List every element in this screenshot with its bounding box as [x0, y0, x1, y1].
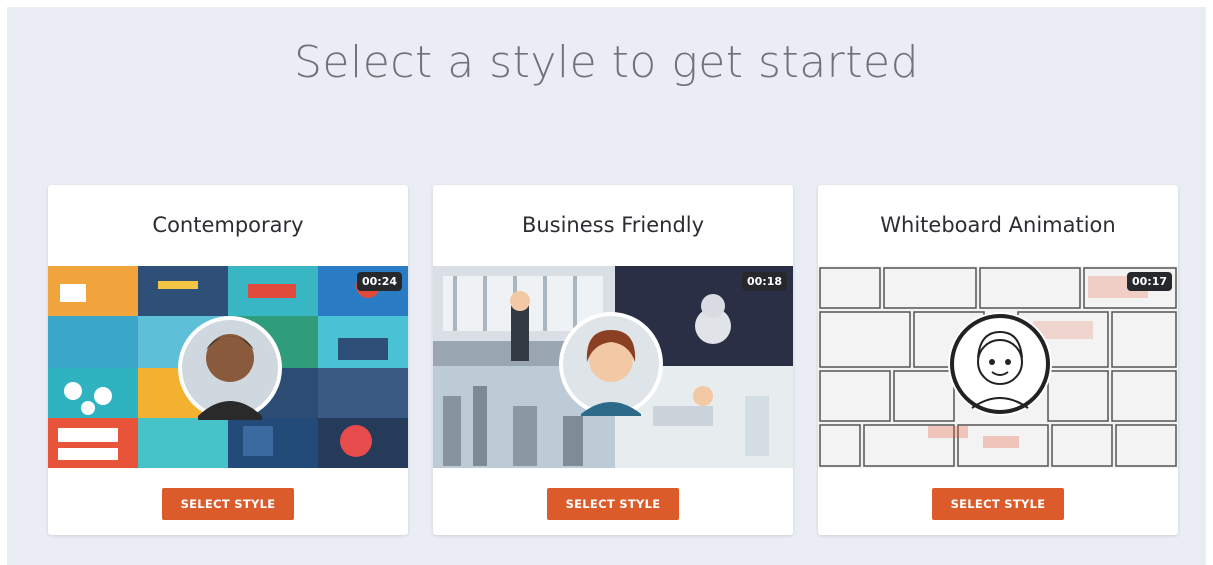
select-style-button-business-friendly[interactable]: SELECT STYLE — [547, 488, 679, 520]
contemporary-preview-image — [48, 266, 408, 468]
video-duration-badge: 00:17 — [1126, 272, 1172, 291]
style-selection-panel: Select a style to get started Contempora… — [7, 7, 1206, 565]
video-thumbnail-business-friendly[interactable]: 00:18 — [433, 266, 793, 468]
style-card-title: Contemporary — [152, 213, 304, 237]
business-friendly-preview-image — [433, 266, 793, 468]
video-thumbnail-whiteboard-animation[interactable]: 00:17 — [818, 266, 1178, 468]
style-card-whiteboard-animation: Whiteboard Animation 00:17 SELECT STYLE — [818, 185, 1178, 535]
video-thumbnail-contemporary[interactable]: 00:24 — [48, 266, 408, 468]
style-card-business-friendly: Business Friendly 00:18 SELECT STYLE — [433, 185, 793, 535]
select-style-button-contemporary[interactable]: SELECT STYLE — [162, 488, 294, 520]
whiteboard-preview-image — [818, 266, 1178, 468]
style-card-title: Business Friendly — [521, 213, 705, 237]
select-style-button-whiteboard-animation[interactable]: SELECT STYLE — [932, 488, 1064, 520]
video-duration-badge: 00:24 — [356, 272, 402, 291]
style-card-contemporary: Contemporary 00:24 SELECT STYLE — [48, 185, 408, 535]
style-card-title: Whiteboard Animation — [880, 213, 1116, 237]
video-duration-badge: 00:18 — [741, 272, 787, 291]
page-title: Select a style to get started — [293, 37, 920, 88]
